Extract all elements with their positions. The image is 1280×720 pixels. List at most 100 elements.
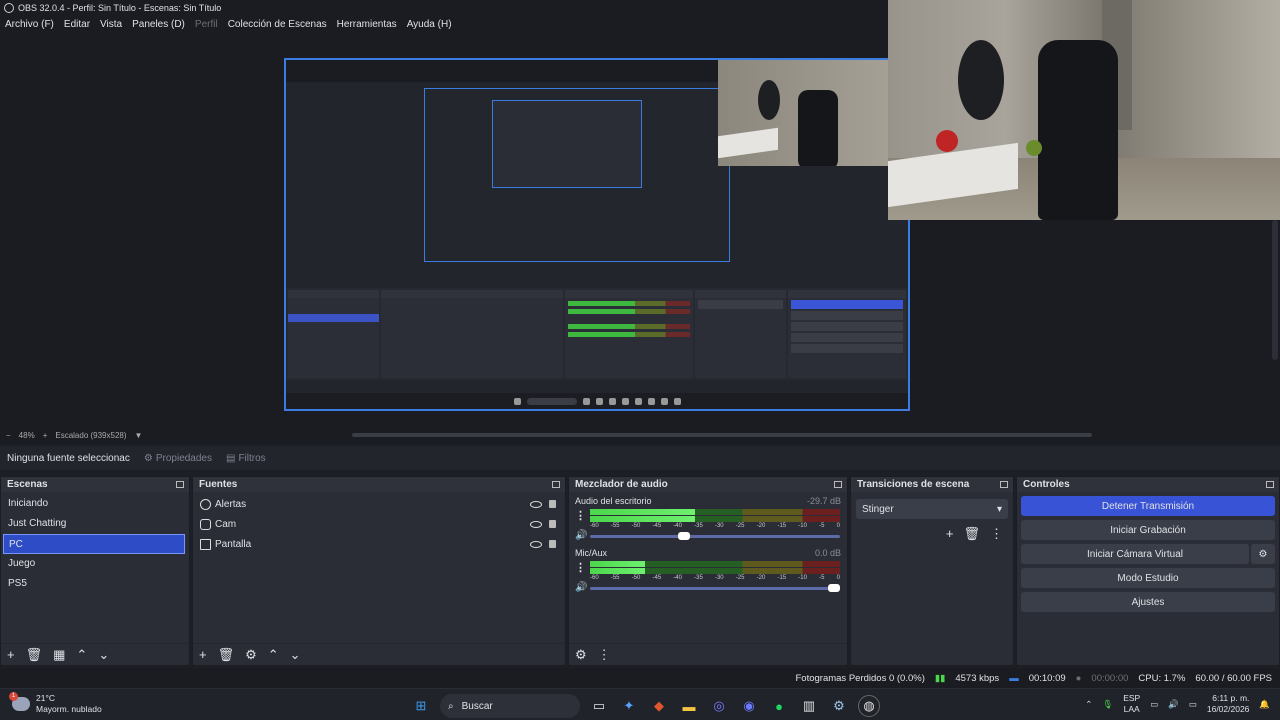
scene-item-pc[interactable]: PC [3,534,185,554]
mixer-menu-icon[interactable]: ⋮ [598,647,611,663]
meter-tick-label: -60 [590,523,599,529]
scene-item-iniciando[interactable]: Iniciando [1,494,189,514]
menu-vista[interactable]: Vista [100,19,122,30]
discord-icon[interactable]: ◉ [738,695,760,717]
virtual-camera-settings-icon[interactable]: ⚙ [1251,544,1275,564]
source-up-button[interactable]: ⌃ [268,647,279,663]
scene-item-juego[interactable]: Juego [1,554,189,574]
lock-icon[interactable] [549,520,556,528]
audio-app-icon[interactable]: ▥ [798,695,820,717]
start-recording-button[interactable]: Iniciar Grabación [1021,520,1275,540]
menu-archivo[interactable]: Archivo (F) [5,19,54,30]
transition-select[interactable]: Stinger ▾ [856,499,1008,519]
visibility-eye-icon[interactable] [530,520,542,528]
speaker-icon[interactable]: 🔊 [575,530,587,541]
task-view-icon[interactable]: ▭ [588,695,610,717]
zoom-in-button[interactable]: + [43,431,48,440]
meter-tick-label: -15 [777,523,787,529]
spotify-icon[interactable]: ● [768,695,790,717]
volume-slider[interactable] [590,584,840,592]
move-up-button[interactable]: ⌃ [76,647,87,663]
track-menu-icon[interactable]: ⋮ [575,561,586,574]
source-properties-button[interactable]: ⚙ [245,647,257,663]
volume-icon[interactable]: 🔊 [1168,699,1179,710]
source-item-pantalla[interactable]: Pantalla [193,534,565,554]
visibility-eye-icon[interactable] [530,540,542,548]
preview-horizontal-scrollbar[interactable] [352,433,1092,437]
windows-start-icon[interactable]: ⊞ [410,695,432,717]
speaker-icon[interactable]: 🔊 [575,582,587,593]
notification-bell-icon[interactable]: 🔔 [1259,699,1270,710]
remove-scene-button[interactable]: 🗑 [26,647,43,663]
weather-widget[interactable]: 1 21°C Mayorm. nublado [9,692,102,715]
volume-knob[interactable] [828,584,840,592]
chevron-up-icon[interactable]: ⌃ [1085,699,1092,710]
add-scene-button[interactable]: + [7,647,15,662]
undock-icon[interactable] [834,481,842,488]
obs-taskbar-icon[interactable]: ◍ [858,695,880,717]
undock-icon[interactable] [1000,481,1008,488]
scene-item-ps5[interactable]: PS5 [1,574,189,594]
language-indicator[interactable]: ESP LAA [1123,693,1140,715]
copilot-icon[interactable]: ✦ [618,695,640,717]
mixer-header: Mezclador de audio [569,477,847,492]
properties-button[interactable]: ⚙ Propiedades [144,453,212,464]
menu-paneles[interactable]: Paneles (D) [132,19,185,30]
chevron-down-icon: ▾ [996,503,1002,515]
add-source-button[interactable]: + [199,647,207,662]
steam-icon[interactable]: ⚙ [828,695,850,717]
scaling-label: Escalado (939x528) [55,430,127,440]
advanced-audio-icon[interactable]: ⚙ [575,647,587,663]
remove-source-button[interactable]: 🗑 [218,647,235,663]
level-meter [590,568,840,574]
move-down-button[interactable]: ⌄ [98,647,109,663]
scene-filters-button[interactable]: ▦ [53,647,65,663]
undock-icon[interactable] [176,481,184,488]
camera-icon [200,518,211,530]
source-item-cam[interactable]: Cam [193,514,565,534]
battery-icon[interactable]: ▭ [1189,699,1197,710]
nested-scenes-dock [288,290,380,378]
context-bar: Ninguna fuente seleccionac ⚙ Propiedades … [0,446,1280,470]
brave-icon[interactable]: ◆ [648,695,670,717]
source-item-alertas[interactable]: Alertas [193,494,565,514]
track-menu-icon[interactable]: ⋮ [575,509,586,522]
source-down-button[interactable]: ⌄ [290,647,301,663]
zoom-out-button[interactable]: − [6,431,11,440]
network-icon[interactable]: ▭ [1150,699,1158,710]
window-title: OBS 32.0.4 - Perfil: Sin Título - Escena… [18,3,222,13]
taskbar-search[interactable]: ⌕ Buscar [440,694,580,718]
undock-icon[interactable] [1266,481,1274,488]
volume-knob[interactable] [678,532,691,540]
level-meter [590,516,840,522]
status-bar: Fotogramas Perdidos 0 (0.0%) ▮▮ 4573 kbp… [0,668,1280,688]
scaling-dropdown-icon[interactable]: ▼ [135,431,143,440]
nested-mixer-dock [565,290,693,378]
menu-herramientas[interactable]: Herramientas [337,19,397,30]
globe-icon [200,498,211,510]
stop-stream-button[interactable]: Detener Transmisión [1021,496,1275,516]
undock-icon[interactable] [552,481,560,488]
add-transition-button[interactable]: + [946,526,954,542]
remove-transition-button[interactable]: 🗑 [963,526,980,542]
transition-menu-icon[interactable]: ⋮ [990,526,1003,542]
app-ring-icon[interactable]: ◎ [708,695,730,717]
menu-editar[interactable]: Editar [64,19,90,30]
start-virtual-camera-button[interactable]: Iniciar Cámara Virtual [1021,544,1249,564]
folder-icon[interactable]: ▬ [678,695,700,717]
visibility-eye-icon[interactable] [530,500,542,508]
menu-coleccion[interactable]: Colección de Escenas [228,19,327,30]
lock-icon[interactable] [549,540,556,548]
scene-item-just-chatting[interactable]: Just Chatting [1,514,189,534]
studio-mode-button[interactable]: Modo Estudio [1021,568,1275,588]
sources-header: Fuentes [193,477,565,492]
clock[interactable]: 6:11 p. m. 16/02/2026 [1207,693,1250,715]
settings-button[interactable]: Ajustes [1021,592,1275,612]
weather-desc: Mayorm. nublado [36,704,102,714]
microphone-icon[interactable]: 🎙 [1102,699,1113,710]
preview-vertical-scrollbar[interactable] [1272,220,1278,360]
menu-ayuda[interactable]: Ayuda (H) [407,19,452,30]
filters-button[interactable]: ▤ Filtros [226,453,266,464]
lock-icon[interactable] [549,500,556,508]
volume-slider[interactable] [590,532,840,540]
